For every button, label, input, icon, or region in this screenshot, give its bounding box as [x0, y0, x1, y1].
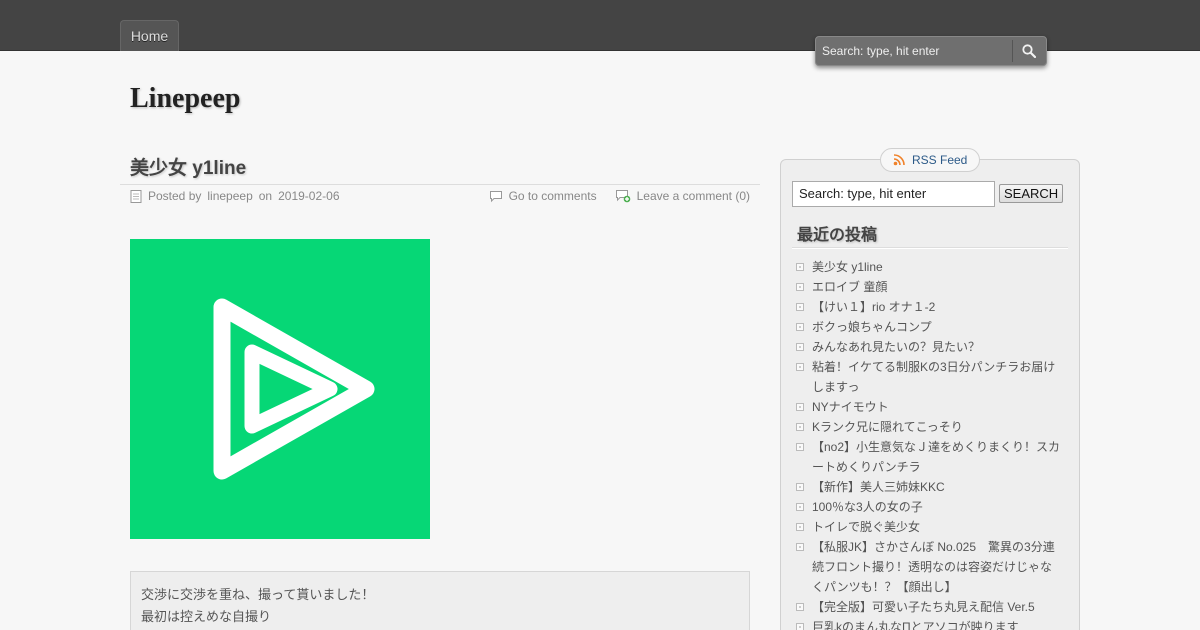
header-search-input[interactable]: Search: type, hit enter	[819, 40, 1013, 62]
document-icon	[130, 189, 142, 203]
bullet-icon	[796, 343, 804, 351]
bullet-icon	[796, 503, 804, 511]
bullet-icon	[796, 303, 804, 311]
excerpt-line: 交渉に交渉を重ね、撮って貰いました！	[141, 587, 375, 602]
recent-post-item[interactable]: Kランク兄に隠れてこっそり	[796, 417, 1066, 437]
post-author-link[interactable]: linepeep	[207, 189, 252, 203]
sidebar-search-input[interactable]: Search: type, hit enter	[792, 181, 995, 207]
header-search-button[interactable]	[1014, 39, 1044, 63]
recent-post-item[interactable]: 美少女 y1line	[796, 257, 1066, 277]
leave-comment-link[interactable]: Leave a comment (0)	[637, 189, 750, 203]
recent-post-item[interactable]: 【完全版】可愛い子たち丸見え配信 Ver.5	[796, 597, 1066, 617]
bullet-icon	[796, 443, 804, 451]
recent-post-item[interactable]: 粘着！イケてる制服Kの3日分パンチラお届け しますっ	[796, 357, 1066, 397]
byline-on: on	[258, 189, 273, 203]
header-search-box: Search: type, hit enter	[815, 36, 1047, 66]
recent-post-item[interactable]: 【私服JK】さかさんぼ No.025 驚異の3分連 続フロント撮り！透明なのは容姿…	[796, 537, 1066, 597]
magnifier-icon	[1022, 44, 1036, 58]
bullet-icon	[796, 423, 804, 431]
byline-prefix: Posted by	[148, 189, 202, 203]
bullet-icon	[796, 543, 804, 551]
recent-post-item[interactable]: みんなあれ見たいの？見たい？	[796, 337, 1066, 357]
recent-posts-divider	[792, 247, 1068, 249]
add-comment-icon	[615, 190, 630, 203]
bullet-icon	[796, 263, 804, 271]
bullet-icon	[796, 363, 804, 371]
recent-post-item[interactable]: 巨乳kのまん丸なΠとアソコが映ります	[796, 617, 1066, 630]
recent-post-item[interactable]: エロイブ 童顔	[796, 277, 1066, 297]
recent-post-item[interactable]: NYナイモウト	[796, 397, 1066, 417]
site-title[interactable]: Linepeep	[130, 83, 240, 115]
speech-bubble-icon	[489, 190, 502, 202]
recent-post-item[interactable]: トイレで脱ぐ美少女	[796, 517, 1066, 537]
go-to-comments-link[interactable]: Go to comments	[509, 189, 597, 203]
rss-icon	[893, 154, 905, 166]
recent-post-item[interactable]: 100％な3人の女の子	[796, 497, 1066, 517]
sidebar-search-form: Search: type, hit enter SEARCH	[792, 181, 1064, 207]
sidebar-search-button[interactable]: SEARCH	[999, 184, 1064, 203]
nav-home-tab[interactable]: Home	[120, 20, 179, 51]
rss-feed-label: RSS Feed	[912, 153, 968, 167]
recent-posts-list: 美少女 y1line エロイブ 童顔 【けい１】rio オナ１-2 ボクっ娘ちゃ…	[796, 257, 1066, 630]
rss-feed-link[interactable]: RSS Feed	[880, 148, 981, 172]
bullet-icon	[796, 403, 804, 411]
post-comment-links: Go to comments Leave a comment (0)	[489, 189, 750, 203]
bullet-icon	[796, 283, 804, 291]
excerpt-line: 最初は控えめな自撮り	[141, 609, 272, 624]
bullet-icon	[796, 603, 804, 611]
post-excerpt: 交渉に交渉を重ね、撮って貰いました！ 最初は控えめな自撮り	[130, 571, 750, 630]
post-featured-image[interactable]	[130, 239, 430, 539]
recent-posts-heading: 最近の投稿	[797, 227, 878, 244]
recent-post-item[interactable]: ボクっ娘ちゃんコンプ	[796, 317, 1066, 337]
recent-post-item[interactable]: 【けい１】rio オナ１-2	[796, 297, 1066, 317]
recent-post-item[interactable]: 【no2】小生意気なＪ達をめくりまくり！スカ ートめくりパンチラ	[796, 437, 1066, 477]
bullet-icon	[796, 623, 804, 630]
post-meta-bar: Posted by linepeep on 2019-02-06 Go to c…	[120, 184, 760, 208]
post-date: 2019-02-06	[278, 189, 340, 203]
bullet-icon	[796, 523, 804, 531]
recent-post-item[interactable]: 【新作】美人三姉妹KKC	[796, 477, 1066, 497]
post-title[interactable]: 美少女 y1line	[130, 153, 246, 180]
post-byline: Posted by linepeep on 2019-02-06	[130, 189, 340, 203]
bullet-icon	[796, 483, 804, 491]
play-logo-icon	[213, 298, 375, 480]
bullet-icon	[796, 323, 804, 331]
